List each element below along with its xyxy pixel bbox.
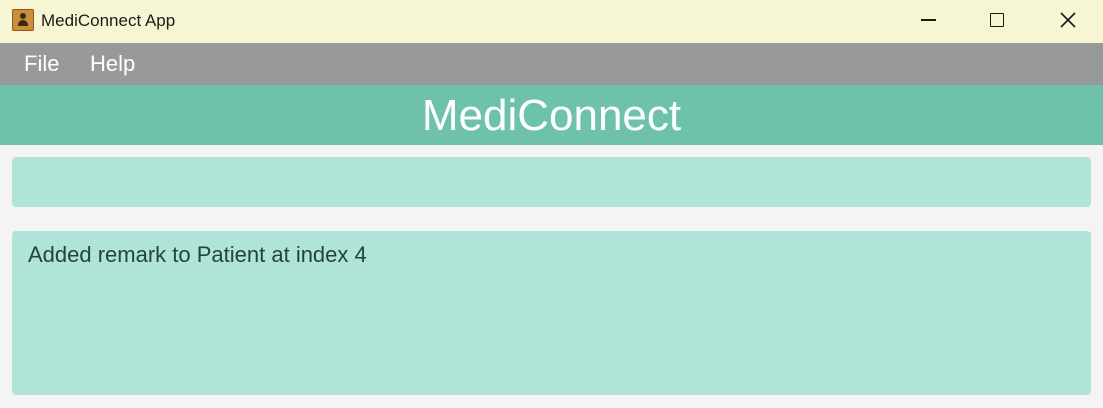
page-title: MediConnect (421, 91, 682, 140)
result-message: Added remark to Patient at index 4 (28, 242, 367, 267)
minimize-button[interactable] (905, 0, 951, 40)
maximize-icon (990, 13, 1004, 27)
command-input[interactable] (12, 157, 1091, 207)
close-icon (1060, 12, 1076, 28)
menu-file[interactable]: File (24, 43, 59, 85)
menu-bar: File Help (0, 43, 1103, 85)
person-glyph (18, 13, 28, 27)
minimize-icon (920, 19, 936, 21)
menu-help[interactable]: Help (90, 43, 135, 85)
app-window: MediConnect App File Help MediConnect Ad… (0, 0, 1103, 408)
maximize-button[interactable] (974, 0, 1020, 40)
window-title: MediConnect App (41, 11, 176, 30)
header-banner: MediConnect (0, 85, 1103, 145)
result-display: Added remark to Patient at index 4 (12, 231, 1091, 395)
title-bar: MediConnect App (0, 0, 1103, 43)
close-button[interactable] (1045, 0, 1091, 40)
address-book-icon (12, 9, 34, 31)
